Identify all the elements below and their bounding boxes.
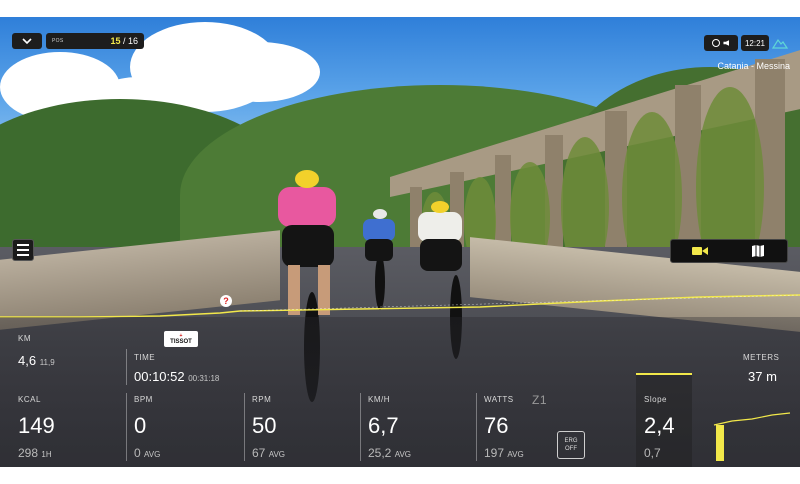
mountain-icon[interactable] [772, 37, 788, 49]
kcal-value: 149 [18, 413, 55, 438]
divider [360, 393, 361, 461]
kcal-label: KCAL [18, 395, 41, 404]
bpm-avg: 0 AVG [134, 446, 160, 460]
meters-label: METERS [743, 353, 780, 362]
map-icon[interactable] [729, 240, 787, 262]
rpm-avg-value: 67 [252, 446, 266, 460]
position-total: / 16 [122, 36, 138, 46]
km-label: KM [18, 334, 31, 343]
speed-avg: 25,2 AVG [368, 446, 411, 460]
kcal-hour-value: 298 [18, 446, 39, 460]
clock: 12:21 [740, 35, 769, 51]
position-box: POS 15 / 16 [46, 33, 144, 49]
divider [126, 393, 127, 461]
kcal-hour-unit: 1H [41, 450, 52, 459]
top-left-controls: POS 15 / 16 [12, 33, 144, 49]
speed-avg-value: 25,2 [368, 446, 392, 460]
km-current: 4,6 [18, 353, 37, 368]
slope-label: Slope [644, 395, 667, 404]
chevron-down-icon[interactable] [12, 33, 42, 49]
speed-label: KM/H [368, 395, 390, 404]
route-name: Catania - Messina [717, 61, 790, 71]
watts-avg-unit: AVG [507, 450, 524, 459]
rpm-value: 50 [252, 413, 277, 438]
compass-icon [712, 39, 721, 47]
time-elapsed: 00:10:52 [134, 369, 185, 384]
speaker-icon [723, 40, 730, 46]
top-right-controls: 12:21 [703, 35, 788, 51]
kcal-hour: 298 1H [18, 446, 52, 460]
time-label: TIME [134, 353, 156, 362]
cloud [200, 42, 320, 102]
speed-avg-unit: AVG [394, 450, 412, 459]
watts-avg-value: 197 [484, 446, 505, 460]
position-current: 15 [110, 36, 121, 46]
sponsor-text: TISSOT [170, 339, 192, 345]
divider [476, 393, 477, 461]
watts-label: WATTS [484, 395, 514, 404]
position-label: POS [52, 38, 64, 44]
bpm-avg-unit: AVG [144, 450, 161, 459]
audio-controls[interactable] [703, 35, 738, 51]
rpm-avg-unit: AVG [268, 450, 286, 459]
erg-label: ERG [564, 438, 578, 444]
position-value: 15 / 16 [110, 36, 138, 46]
rpm-avg: 67 AVG [252, 446, 285, 460]
watts-zone: Z1 [532, 393, 548, 407]
slope-next: 0,7 [644, 446, 661, 460]
time-total: 00:31:18 [188, 374, 220, 383]
divider [126, 349, 127, 385]
time-value: 00:10:52 00:31:18 [134, 369, 219, 384]
ride-view: ? POS 15 / 16 12:21 Catania - Messina + … [0, 17, 800, 467]
view-switch [670, 239, 788, 263]
bpm-value: 0 [134, 413, 147, 438]
slope-mini-profile [713, 412, 791, 461]
watts-avg: 197 AVG [484, 446, 524, 460]
divider [244, 393, 245, 461]
erg-toggle-button[interactable]: ERG OFF [557, 431, 585, 459]
km-total: 11,9 [39, 358, 55, 367]
sponsor-logo: + TISSOT [164, 331, 198, 347]
rpm-label: RPM [252, 395, 272, 404]
watts-value: 76 [484, 413, 509, 438]
slope-value: 2,4 [644, 413, 675, 438]
erg-state: OFF [565, 446, 577, 452]
question-marker-icon[interactable]: ? [220, 295, 232, 307]
speed-value: 6,7 [368, 413, 399, 438]
meters-value: 37 m [748, 369, 777, 384]
menu-icon[interactable] [12, 239, 34, 261]
video-camera-icon[interactable] [671, 240, 729, 262]
bpm-avg-value: 0 [134, 446, 141, 460]
km-value: 4,6 11,9 [18, 353, 55, 368]
bpm-label: BPM [134, 395, 153, 404]
